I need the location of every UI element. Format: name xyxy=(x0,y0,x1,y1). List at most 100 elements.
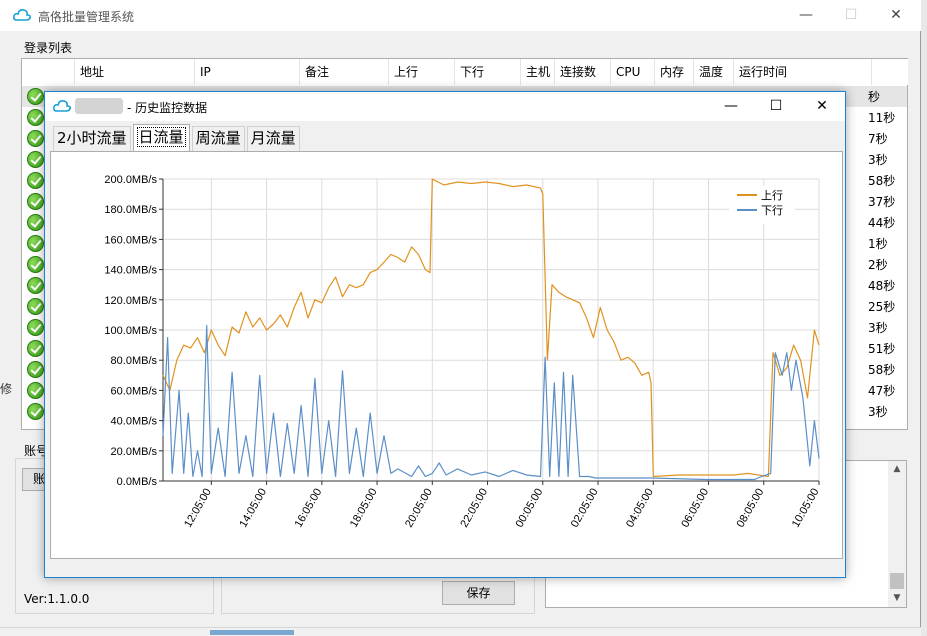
main-maximize-button[interactable]: ☐ xyxy=(828,0,874,31)
runtime-cell: 1秒 xyxy=(868,237,888,251)
x-tick-label: 02:05:00 xyxy=(569,487,601,530)
column-header[interactable]: 内存 xyxy=(655,59,694,85)
main-close-button[interactable]: ✕ xyxy=(873,0,919,31)
online-status-icon xyxy=(27,403,44,420)
series-line-downstream xyxy=(162,324,820,481)
runtime-cell: 11秒 xyxy=(868,111,896,125)
runtime-cell: 3秒 xyxy=(868,405,888,419)
online-status-icon xyxy=(27,319,44,336)
y-tick-label: 100.0MB/s xyxy=(104,325,157,337)
daily-traffic-page: 0.0MB/s 20.0MB/s 40.0MB/s 60.0MB/s 80.0MB/s 1… xyxy=(50,151,843,559)
column-header[interactable]: 温度 xyxy=(694,59,734,85)
dialog-minimize-button[interactable]: — xyxy=(708,92,754,121)
online-status-icon xyxy=(27,361,44,378)
dialog-close-button[interactable]: ✕ xyxy=(799,92,845,121)
online-status-icon xyxy=(27,382,44,399)
online-status-icon xyxy=(27,172,44,189)
login-list-label: 登录列表 xyxy=(24,41,73,55)
x-tick-label: 16:05:00 xyxy=(293,487,325,530)
runtime-cell: 3秒 xyxy=(868,153,888,167)
scroll-down-icon[interactable]: ▼ xyxy=(888,590,906,607)
online-status-icon xyxy=(27,277,44,294)
tab-2-hour-traffic[interactable]: 2小时流量 xyxy=(53,126,131,151)
column-header[interactable]: 上行 xyxy=(389,59,455,85)
y-tick-label: 200.0MB/s xyxy=(104,174,157,186)
y-tick-label: 160.0MB/s xyxy=(104,234,157,246)
online-status-icon xyxy=(27,214,44,231)
x-tick-label: 18:05:00 xyxy=(348,487,380,530)
column-header[interactable]: 连接数 xyxy=(555,59,611,85)
tab-daily-traffic[interactable]: 日流量 xyxy=(132,124,190,151)
column-header[interactable]: CPU xyxy=(611,59,655,85)
runtime-cell: 44秒 xyxy=(868,216,896,230)
y-tick-label: 20.0MB/s xyxy=(111,446,158,458)
y-tick-label: 60.0MB/s xyxy=(111,385,158,397)
online-status-icon xyxy=(27,256,44,273)
table-header: 地址 IP 备注 上行 下行 主机 连接数 CPU 内存 温度 运行时间 xyxy=(22,59,908,85)
tab-monthly-traffic[interactable]: 月流量 xyxy=(246,126,300,151)
desktop: 高佫批量管理系统 — ☐ ✕ 登录列表 地址 IP 备注 上行 下行 主机 连接… xyxy=(0,0,927,636)
x-tick-label: 04:05:00 xyxy=(624,487,656,530)
x-tick-label: 22:05:00 xyxy=(458,487,490,530)
runtime-cell: 47秒 xyxy=(868,384,896,398)
runtime-cell: 37秒 xyxy=(868,195,896,209)
traffic-tabs: 2小时流量 日流量 周流量 月流量 xyxy=(53,124,302,152)
main-title-bar: 高佫批量管理系统 — ☐ ✕ xyxy=(0,0,921,31)
column-header[interactable]: IP xyxy=(195,59,300,85)
cloud-icon xyxy=(13,8,31,25)
tab-weekly-traffic[interactable]: 周流量 xyxy=(191,126,245,151)
redacted-name xyxy=(75,98,123,114)
runtime-cell: 51秒 xyxy=(868,342,896,356)
y-tick-label: 140.0MB/s xyxy=(104,265,157,277)
runtime-cell: 2秒 xyxy=(868,258,888,272)
online-status-icon xyxy=(27,109,44,126)
column-header[interactable] xyxy=(22,59,75,85)
online-status-icon xyxy=(27,151,44,168)
column-header[interactable]: 下行 xyxy=(455,59,521,85)
left-edge-text: 修 xyxy=(0,382,13,396)
runtime-cell: 3秒 xyxy=(868,321,888,335)
x-tick-label: 20:05:00 xyxy=(403,487,435,530)
y-tick-label: 80.0MB/s xyxy=(111,355,158,367)
x-tick-label: 06:05:00 xyxy=(679,487,711,530)
runtime-cell: 7秒 xyxy=(868,132,888,146)
column-header[interactable]: 地址 xyxy=(75,59,195,85)
y-tick-label: 120.0MB/s xyxy=(104,295,157,307)
legend-label: 上行 xyxy=(761,189,783,202)
online-status-icon xyxy=(27,193,44,210)
online-status-icon xyxy=(27,88,44,105)
x-tick-label: 10:05:00 xyxy=(790,487,822,530)
version-label: Ver:1.1.0.0 xyxy=(24,592,90,606)
main-minimize-button[interactable]: — xyxy=(783,0,829,31)
runtime-cell: 48秒 xyxy=(868,279,896,293)
y-tick-label: 0.0MB/s xyxy=(117,476,158,488)
x-tick-label: 14:05:00 xyxy=(237,487,269,530)
legend-label: 下行 xyxy=(761,204,783,217)
x-tick-label: 08:05:00 xyxy=(735,487,767,530)
series-line-upstream xyxy=(162,178,820,478)
scroll-up-icon[interactable]: ▲ xyxy=(888,461,906,478)
dialog-bottom-strip xyxy=(45,560,845,577)
column-header[interactable]: 运行时间 xyxy=(734,59,872,85)
dialog-title: - 历史监控数据 xyxy=(127,101,208,115)
runtime-cell: 25秒 xyxy=(868,300,896,314)
y-tick-label: 40.0MB/s xyxy=(111,416,158,428)
main-window-title: 高佫批量管理系统 xyxy=(38,10,135,24)
status-bar xyxy=(0,627,921,636)
online-status-icon xyxy=(27,298,44,315)
log-scrollbar[interactable]: ▲ ▼ xyxy=(888,461,906,607)
x-tick-label: 00:05:00 xyxy=(514,486,546,529)
column-header[interactable]: 主机 xyxy=(521,59,555,85)
online-status-icon xyxy=(27,340,44,357)
column-header[interactable]: 备注 xyxy=(300,59,389,85)
scroll-thumb[interactable] xyxy=(890,573,904,589)
runtime-cell: 秒 xyxy=(868,90,881,104)
dialog-title-bar: - 历史监控数据 — ☐ ✕ xyxy=(45,92,845,121)
dialog-maximize-button[interactable]: ☐ xyxy=(753,92,799,121)
history-monitor-dialog: - 历史监控数据 — ☐ ✕ 2小时流量 日流量 周流量 月流量 0.0MB/s… xyxy=(44,91,846,578)
traffic-chart: 0.0MB/s 20.0MB/s 40.0MB/s 60.0MB/s 80.0MB/s 1… xyxy=(104,174,822,530)
y-tick-label: 180.0MB/s xyxy=(104,204,157,216)
cloud-icon xyxy=(53,99,71,116)
x-tick-label: 12:05:00 xyxy=(182,487,214,530)
save-button[interactable]: 保存 xyxy=(442,581,515,605)
